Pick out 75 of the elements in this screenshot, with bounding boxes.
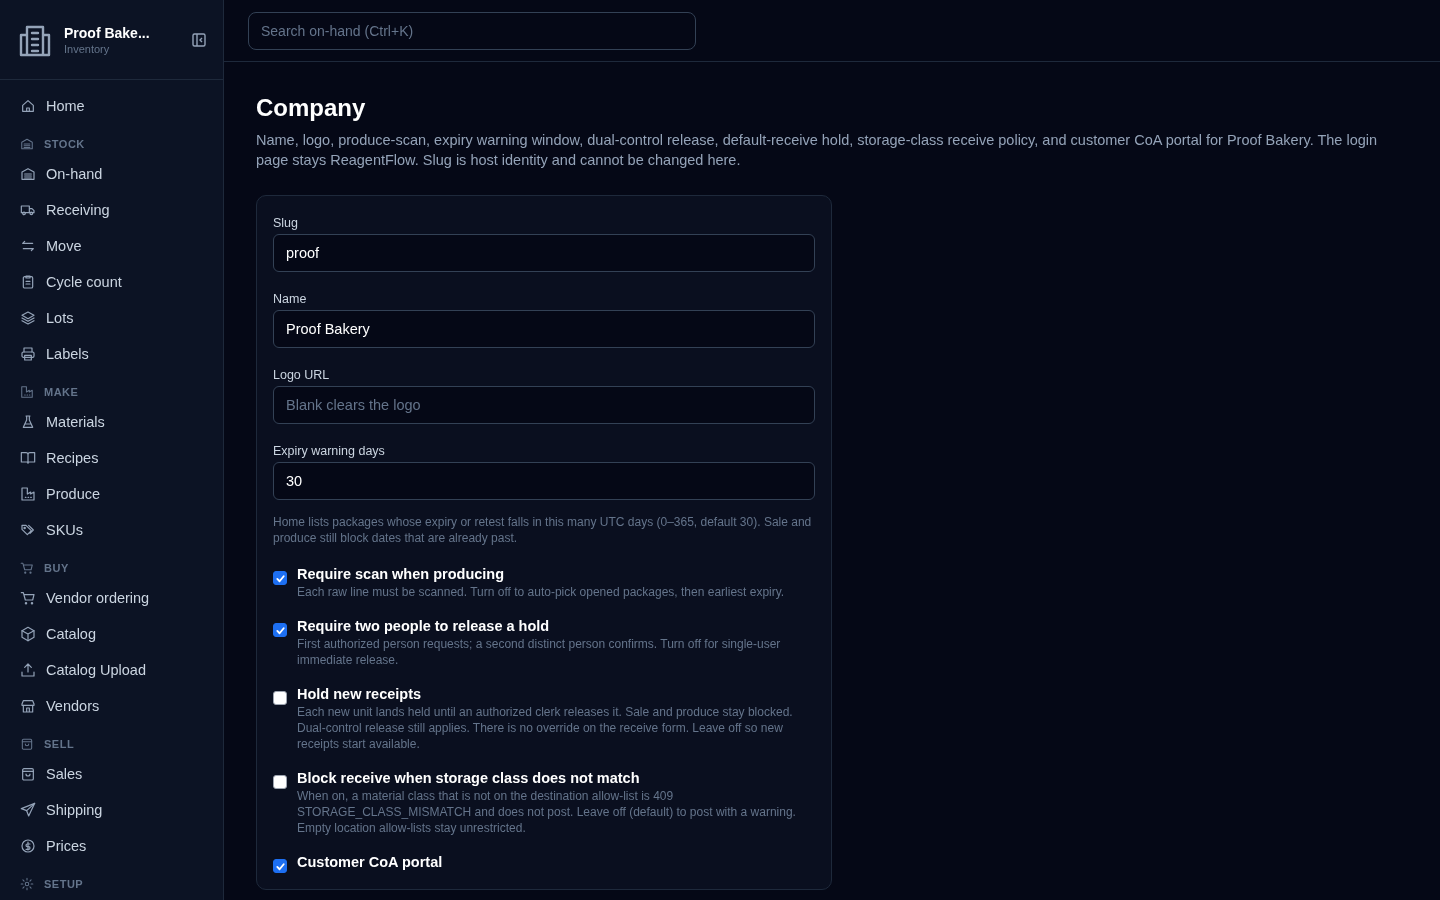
home-icon xyxy=(20,98,36,114)
nav-item[interactable]: SKUs xyxy=(0,512,223,548)
field-label: Expiry warning days xyxy=(273,444,386,458)
store-icon xyxy=(20,698,36,714)
option-description: When on, a material class that is not on the destination allow-list is 409 STORAGE_CLASS_MISMATCH and does not post. Leave off (default) to post with a warning. Empty location allow-lists stay unrestricted. xyxy=(297,788,797,836)
nav-item[interactable]: Labels xyxy=(0,336,223,372)
dollar-icon xyxy=(20,838,36,854)
nav-item[interactable]: Vendor ordering xyxy=(0,580,223,616)
sidebar-collapse-icon[interactable] xyxy=(191,31,207,48)
checkbox[interactable] xyxy=(273,775,287,789)
option-description: Each raw line must be scanned. Turn off to auto-pick opened packages, then earliest expiry. xyxy=(297,584,785,600)
nav-item[interactable]: Catalog xyxy=(0,616,223,652)
field-label: Slug xyxy=(273,216,300,230)
option-description: First authorized person requests; a second distinct person confirms. Turn off for single-user immediate release. xyxy=(297,636,782,668)
nav-item[interactable]: Materials xyxy=(0,404,223,440)
input-field[interactable]: 30 xyxy=(273,462,815,500)
checkbox[interactable] xyxy=(273,571,287,585)
nav-item[interactable]: Shipping xyxy=(0,792,223,828)
help-text: Home lists packages whose expiry or retest falls in this many UTC days (0–365, default 30). Sale and produce still block dates that are already past. xyxy=(273,514,813,546)
bag-icon xyxy=(20,737,34,751)
option-description: Each new unit lands held until an authorized clerk releases it. Sale and produce stay blocked. Dual-control release still applies. There is no override on the receive form. Leave off so new receipts start available. xyxy=(297,704,794,752)
section-heading: BUY xyxy=(44,562,69,574)
cart-icon xyxy=(20,561,34,575)
nav-item[interactable]: Prices xyxy=(0,828,223,864)
send-icon xyxy=(20,802,36,818)
nav-item[interactable]: Cycle count xyxy=(0,264,223,300)
input-field[interactable]: proof xyxy=(273,234,815,272)
option-label: Hold new receipts xyxy=(297,686,423,702)
nav-item[interactable]: Home xyxy=(0,88,223,124)
option-label: Block receive when storage class does not match xyxy=(297,770,641,786)
nav-item[interactable]: Receiving xyxy=(0,192,223,228)
checkbox[interactable] xyxy=(273,691,287,705)
field-label: Logo URL xyxy=(273,368,331,382)
clipboard-icon xyxy=(20,274,36,290)
warehouse-icon xyxy=(20,137,34,151)
arrows-icon xyxy=(20,238,36,254)
bag-icon xyxy=(20,766,36,782)
search-field[interactable]: Search on-hand (Ctrl+K) xyxy=(248,11,696,50)
input-field[interactable]: Blank clears the logo xyxy=(273,386,815,424)
section-heading: MAKE xyxy=(44,386,79,398)
warehouse-icon xyxy=(20,166,36,182)
input-field[interactable]: Proof Bakery xyxy=(273,310,815,348)
checkbox[interactable] xyxy=(273,623,287,637)
option-label: Require scan when producing xyxy=(297,566,506,582)
upload-icon xyxy=(20,662,36,678)
factory-icon xyxy=(20,385,34,399)
factory-icon xyxy=(20,486,36,502)
nav-item[interactable]: Lots xyxy=(0,300,223,336)
truck-icon xyxy=(20,202,36,218)
section-heading: STOCK xyxy=(44,138,85,150)
flask-icon xyxy=(20,414,36,430)
page-description: Name, logo, produce-scan, expiry warning window, dual-control release, default-receive hold, storage-class receive policy, and customer CoA portal for Proof Bakery. The login page stays ReagentFlow. Slug is host identity and cannot be changed here. xyxy=(256,131,1379,170)
nav-item[interactable]: Sales xyxy=(0,756,223,792)
option-label: Require two people to release a hold xyxy=(297,618,551,634)
tag-icon xyxy=(20,522,36,538)
gear-icon xyxy=(20,877,34,891)
nav-item[interactable]: On-hand xyxy=(0,156,223,192)
cart-icon xyxy=(20,590,36,606)
checkbox[interactable] xyxy=(273,859,287,873)
nav-item[interactable]: Produce xyxy=(0,476,223,512)
nav-item[interactable]: Catalog Upload xyxy=(0,652,223,688)
nav-item[interactable]: Recipes xyxy=(0,440,223,476)
nav-item[interactable]: Move xyxy=(0,228,223,264)
layers-icon xyxy=(20,310,36,326)
printer-icon xyxy=(20,346,36,362)
box-icon xyxy=(20,626,36,642)
nav-item[interactable]: Vendors xyxy=(0,688,223,724)
brand-subtitle: Inventory xyxy=(64,42,111,55)
field-label: Name xyxy=(273,292,308,306)
book-icon xyxy=(20,450,36,466)
section-heading: SETUP xyxy=(44,878,84,890)
section-heading: SELL xyxy=(44,738,75,750)
page-title: Company xyxy=(256,94,367,122)
brand-name: Proof Bake... xyxy=(64,24,151,41)
option-label: Customer CoA portal xyxy=(297,854,443,870)
